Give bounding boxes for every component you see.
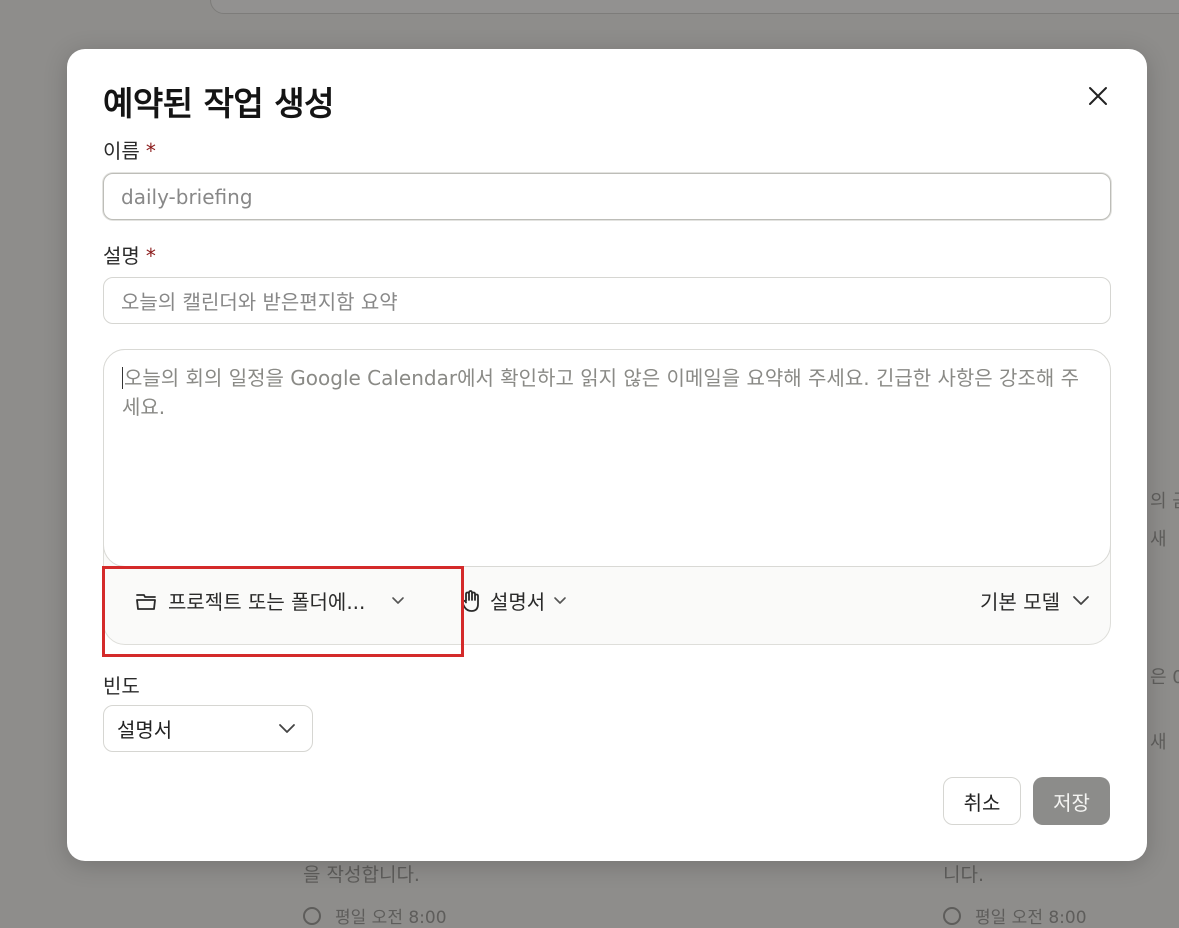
frequency-select[interactable]: 설명서 bbox=[103, 705, 313, 752]
chevron-down-icon bbox=[1072, 595, 1090, 607]
description-input[interactable]: 오늘의 캘린더와 받은편지함 요약 bbox=[103, 277, 1111, 324]
background-text: 을 작성합니다. bbox=[303, 864, 420, 886]
background-text: 새 bbox=[1150, 529, 1167, 550]
name-placeholder: daily-briefing bbox=[121, 184, 253, 209]
frequency-label: 빈도 bbox=[103, 674, 140, 698]
required-mark: * bbox=[145, 139, 156, 163]
name-label-text: 이름 bbox=[103, 139, 140, 163]
project-folder-button[interactable]: 프로젝트 또는 폴더에... bbox=[134, 586, 405, 615]
instructions-button[interactable]: 설명서 bbox=[460, 586, 567, 615]
required-mark: * bbox=[145, 244, 156, 268]
clock-icon bbox=[943, 906, 961, 925]
model-selector-button[interactable]: 기본 모델 bbox=[980, 586, 1090, 615]
cancel-button[interactable]: 취소 bbox=[943, 777, 1021, 825]
prompt-composer: 오늘의 회의 일정을 Google Calendar에서 확인하고 읽지 않은 … bbox=[103, 349, 1111, 645]
dialog-title: 예약된 작업 생성 bbox=[103, 84, 335, 123]
description-label: 설명 * bbox=[103, 240, 156, 269]
prompt-textarea[interactable]: 오늘의 회의 일정을 Google Calendar에서 확인하고 읽지 않은 … bbox=[103, 349, 1111, 567]
description-label-text: 설명 bbox=[103, 244, 140, 268]
chevron-down-icon bbox=[278, 723, 296, 735]
model-button-label: 기본 모델 bbox=[980, 590, 1060, 614]
background-text: 의 곧 bbox=[1150, 491, 1179, 512]
name-input[interactable]: daily-briefing bbox=[103, 173, 1111, 220]
create-scheduled-task-dialog: 예약된 작업 생성 이름 * daily-briefing 설명 * 오늘의 캘린더… bbox=[67, 49, 1147, 861]
frequency-value: 설명서 bbox=[117, 718, 173, 742]
background-schedule: 평일 오전 8:00 bbox=[943, 903, 1087, 928]
prompt-placeholder: 오늘의 회의 일정을 Google Calendar에서 확인하고 읽지 않은 … bbox=[122, 366, 1080, 419]
close-button[interactable] bbox=[1083, 81, 1113, 111]
text-caret bbox=[122, 367, 123, 389]
chevron-down-icon bbox=[391, 596, 405, 606]
background-schedule-text: 평일 오전 8:00 bbox=[335, 908, 447, 928]
name-label: 이름 * bbox=[103, 135, 156, 164]
save-button[interactable]: 저장 bbox=[1033, 777, 1110, 825]
close-icon bbox=[1089, 87, 1107, 105]
folder-icon bbox=[136, 593, 156, 610]
project-button-label: 프로젝트 또는 폴더에... bbox=[168, 590, 366, 614]
background-text: 니다. bbox=[943, 864, 984, 886]
background-card bbox=[210, 0, 1179, 14]
background-text: 새 bbox=[1150, 732, 1167, 753]
description-placeholder: 오늘의 캘린더와 받은편지함 요약 bbox=[121, 290, 398, 314]
instructions-button-label: 설명서 bbox=[490, 590, 546, 614]
background-text: 은 0 bbox=[1150, 667, 1179, 688]
hand-icon bbox=[461, 589, 479, 612]
background-schedule: 평일 오전 8:00 bbox=[303, 903, 447, 928]
background-schedule-text: 평일 오전 8:00 bbox=[975, 908, 1087, 928]
chevron-down-icon bbox=[553, 596, 567, 606]
clock-icon bbox=[303, 906, 321, 925]
